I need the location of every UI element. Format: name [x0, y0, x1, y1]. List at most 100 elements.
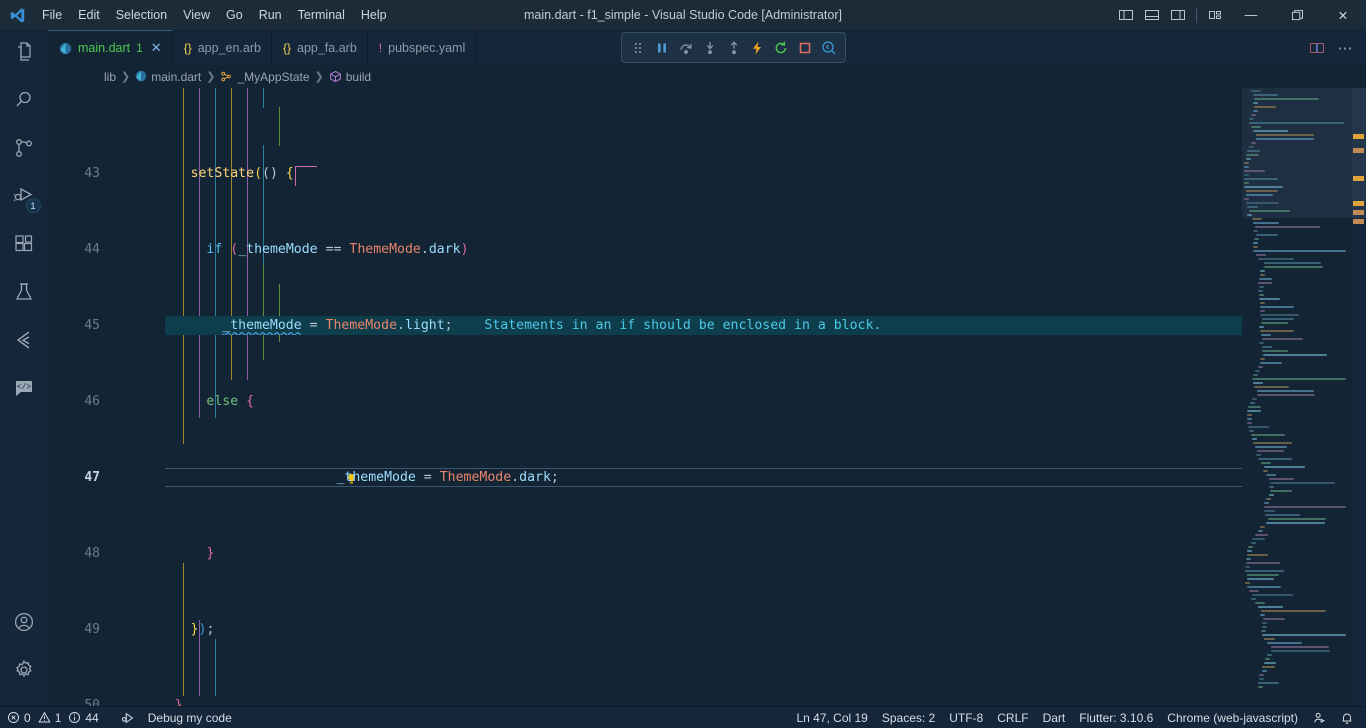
code-lines[interactable]: 43 setState(() { 44 if (_themeMode == Th… [48, 88, 1242, 706]
toggle-secondary-sidebar-icon[interactable] [1165, 0, 1191, 30]
menu-terminal[interactable]: Terminal [290, 0, 353, 30]
menu-view[interactable]: View [175, 0, 218, 30]
status-debug-launch[interactable]: Debug my code [114, 707, 239, 728]
chevron-right-icon: ❯ [206, 71, 216, 83]
debug-toolbar[interactable] [621, 32, 846, 63]
line-content[interactable]: }, [127, 696, 1242, 706]
split-editor-right-button[interactable] [1304, 33, 1330, 63]
code-line[interactable]: 44 if (_themeMode == ThemeMode.dark) [48, 240, 1242, 259]
more-actions-button[interactable]: ⋯ [1332, 33, 1358, 63]
menu-go[interactable]: Go [218, 0, 251, 30]
sidebar-item-extensions[interactable] [0, 222, 48, 270]
minimap-row [1249, 122, 1345, 124]
status-editor-language[interactable]: Dart [1036, 707, 1073, 728]
line-content[interactable]: else { [127, 392, 1242, 411]
menu-help[interactable]: Help [353, 0, 395, 30]
code-line[interactable]: 50 }, [48, 696, 1242, 706]
code-line[interactable]: 49 }); [48, 620, 1242, 639]
code-pane[interactable]: 43 setState(() { 44 if (_themeMode == Th… [48, 88, 1242, 706]
status-flutter-sdk-version[interactable]: Flutter: 3.10.6 [1072, 707, 1160, 728]
widget-inspector-button[interactable] [818, 36, 840, 60]
breadcrumb-item-build[interactable]: build [329, 70, 371, 84]
toggle-panel-icon[interactable] [1139, 0, 1165, 30]
status-feedback[interactable] [1305, 707, 1333, 728]
line-content[interactable]: _themeMode = ThemeMode.light; Statements… [127, 316, 1242, 335]
tab-pubspec-yaml[interactable]: ! pubspec.yaml [367, 30, 477, 65]
minimap-row [1255, 226, 1320, 228]
sidebar-item-testing[interactable] [0, 270, 48, 318]
tab-app-fa-arb[interactable]: {} app_fa.arb [271, 30, 368, 65]
maximize-restore-button[interactable] [1274, 0, 1320, 30]
breadcrumb-item-lib[interactable]: lib [104, 70, 116, 84]
sidebar-item-chat[interactable]: </> [0, 366, 48, 414]
line-content[interactable]: if (_themeMode == ThemeMode.dark) [127, 240, 1242, 259]
line-content[interactable]: } [127, 544, 1242, 563]
status-editor-eol[interactable]: CRLF [990, 707, 1035, 728]
tab-main-dart[interactable]: main.dart 1 ✕ [48, 30, 173, 65]
line-content[interactable]: }); [127, 620, 1242, 639]
status-flutter-device[interactable]: Chrome (web-javascript) [1160, 707, 1305, 728]
step-out-button[interactable] [723, 36, 745, 60]
step-over-button[interactable] [675, 36, 697, 60]
status-notifications[interactable] [1333, 707, 1366, 728]
line-content[interactable]: setState(() { [127, 164, 1242, 183]
sidebar-item-run-and-debug[interactable]: 1 [0, 174, 48, 222]
sidebar-item-flutter[interactable] [0, 318, 48, 366]
hot-reload-button[interactable] [746, 36, 768, 60]
pause-button[interactable] [651, 36, 673, 60]
toggle-primary-sidebar-icon[interactable] [1113, 0, 1139, 30]
code-line[interactable]: 43 setState(() { [48, 164, 1242, 183]
code-line[interactable]: 46 else { [48, 392, 1242, 411]
stop-button[interactable] [794, 36, 816, 60]
minimap-row [1255, 602, 1266, 604]
customize-layout-icon[interactable] [1202, 0, 1228, 30]
menu-run[interactable]: Run [251, 0, 290, 30]
close-button[interactable]: ✕ [1320, 0, 1366, 30]
code-line-current[interactable]: 47 _themeMode = ThemeMode.dark; [48, 468, 1242, 487]
step-into-button[interactable] [699, 36, 721, 60]
editor-viewport[interactable]: 43 setState(() { 44 if (_themeMode == Th… [48, 88, 1366, 706]
minimap-row [1244, 186, 1283, 188]
minimap[interactable] [1242, 88, 1352, 706]
files-icon [12, 40, 36, 69]
status-editor-indentation[interactable]: Spaces: 2 [875, 707, 942, 728]
minimap-row [1262, 618, 1285, 620]
sidebar-item-search[interactable] [0, 78, 48, 126]
status-problems[interactable]: 0 1 44 [0, 707, 106, 728]
overview-ruler[interactable] [1352, 88, 1366, 706]
minimap-row [1266, 498, 1272, 500]
breadcrumb-label: lib [104, 69, 117, 84]
minimap-row [1261, 634, 1346, 636]
minimap-row [1247, 414, 1253, 416]
breadcrumb-item-myappstate[interactable]: _MyAppState [220, 70, 310, 84]
sidebar-item-accounts[interactable] [0, 600, 48, 648]
tab-label: app_en.arb [197, 40, 261, 55]
drag-handle-icon[interactable] [627, 36, 649, 60]
minimize-button[interactable]: — [1228, 0, 1274, 30]
breadcrumb-item-main-dart[interactable]: main.dart [135, 70, 201, 84]
minimap-row [1255, 454, 1261, 456]
sidebar-item-explorer[interactable] [0, 30, 48, 78]
code-line[interactable]: 48 } [48, 544, 1242, 563]
breadcrumb-label: main.dart [151, 69, 202, 84]
hot-restart-button[interactable] [770, 36, 792, 60]
overview-ruler-slider[interactable] [1352, 88, 1366, 218]
minimap-row [1261, 630, 1266, 632]
status-editor-position[interactable]: Ln 47, Col 19 [789, 707, 874, 728]
sidebar-item-settings[interactable] [0, 648, 48, 696]
menu-edit[interactable]: Edit [70, 0, 108, 30]
minimap-row [1271, 646, 1329, 648]
code-line[interactable]: 45 _themeMode = ThemeMode.light; Stateme… [48, 316, 1242, 335]
menu-selection[interactable]: Selection [108, 0, 175, 30]
minimap-row [1250, 114, 1256, 116]
close-icon[interactable]: ✕ [151, 40, 162, 56]
minimap-row [1249, 118, 1255, 120]
line-content[interactable]: _themeMode = ThemeMode.dark; [241, 468, 1242, 487]
status-editor-encoding[interactable]: UTF-8 [942, 707, 990, 728]
menu-file[interactable]: File [34, 0, 70, 30]
sidebar-item-source-control[interactable] [0, 126, 48, 174]
source-control-icon [12, 136, 36, 165]
tab-label: app_fa.arb [297, 40, 357, 55]
ruler-marker-warning [1353, 176, 1364, 181]
tab-app-en-arb[interactable]: {} app_en.arb [172, 30, 272, 65]
